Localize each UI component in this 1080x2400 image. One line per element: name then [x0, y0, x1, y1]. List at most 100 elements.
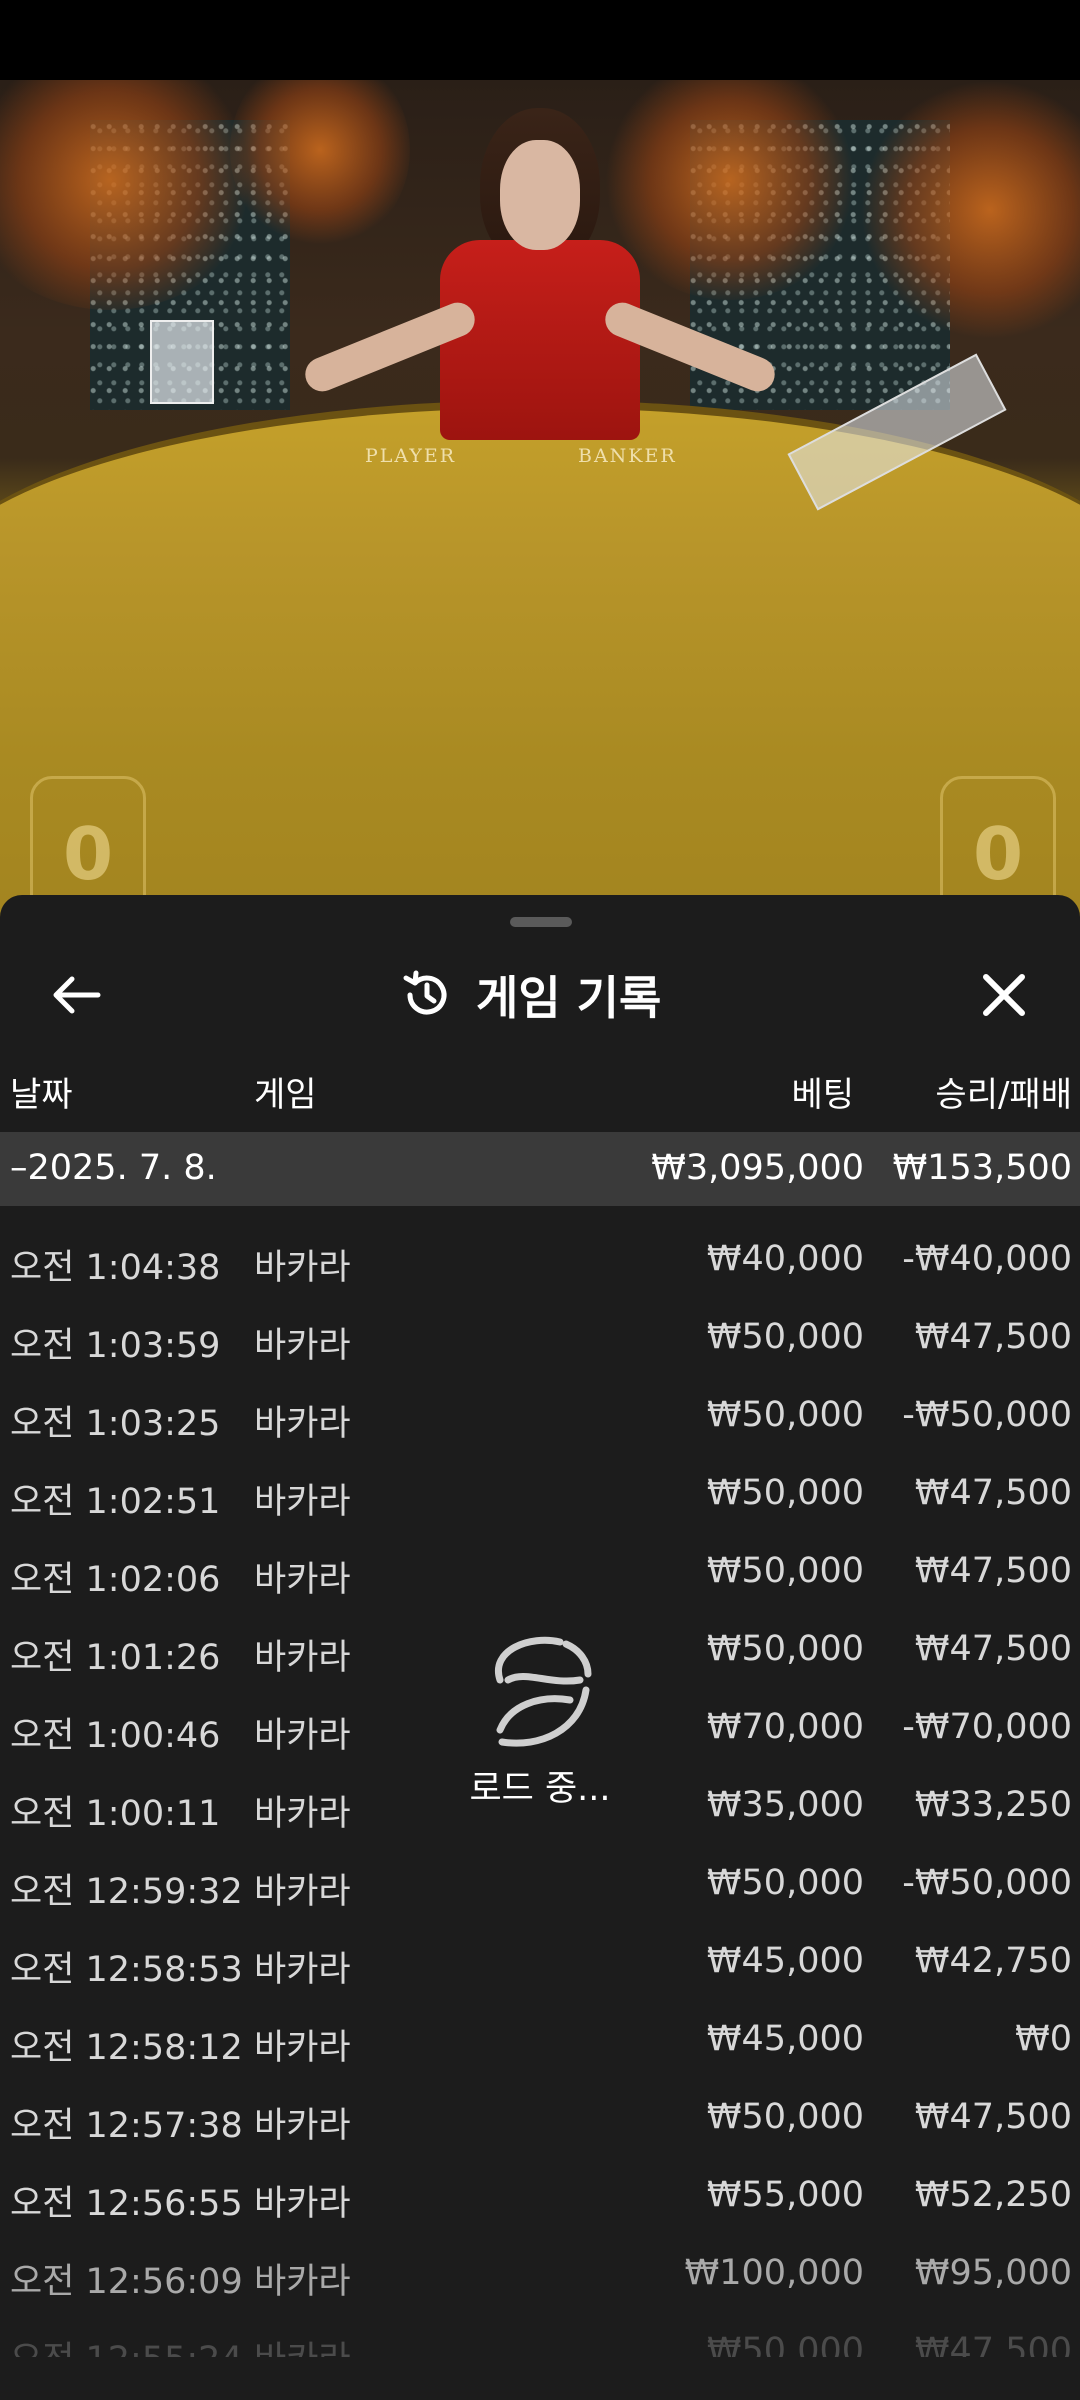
row-time: 오전 12:57:38: [10, 2106, 243, 2146]
drag-handle[interactable]: [510, 917, 572, 927]
row-time: 오전 1:03:25: [10, 1404, 221, 1444]
close-button[interactable]: [976, 967, 1032, 1023]
row-game: 바카라: [254, 1872, 351, 1912]
row-result: ₩33,250: [914, 1785, 1072, 1825]
row-time: 오전 12:56:55: [10, 2184, 243, 2224]
summary-result: ₩153,500: [892, 1148, 1072, 1188]
loading-label: 로드 중...: [469, 1769, 611, 1809]
row-bet: ₩50,000: [706, 1551, 864, 1591]
row-bet: ₩50,000: [706, 1395, 864, 1435]
row-result: ₩47,500: [914, 1551, 1072, 1591]
column-result: 승리/패배: [935, 1075, 1072, 1115]
row-game: 바카라: [254, 2106, 351, 2146]
row-bet: ₩50,000: [706, 2331, 864, 2357]
row-bet: ₩40,000: [706, 1239, 864, 1279]
player-felt-label: PLAYER: [365, 445, 457, 467]
row-game: 바카라: [254, 2028, 351, 2068]
column-game: 게임: [254, 1075, 317, 1115]
row-game: 바카라: [254, 1482, 351, 1522]
row-result: ₩52,250: [914, 2175, 1072, 2215]
sheet-title-group: 게임 기록: [400, 963, 661, 1027]
summary-date: –2025. 7. 8.: [10, 1148, 217, 1188]
row-bet: ₩45,000: [706, 2019, 864, 2059]
row-result: -₩50,000: [902, 1395, 1072, 1435]
row-time: 오전 1:03:59: [10, 1326, 221, 1366]
row-result: ₩47,500: [914, 1317, 1072, 1357]
row-bet: ₩45,000: [706, 1941, 864, 1981]
row-game: 바카라: [254, 1794, 351, 1834]
row-time: 오전 12:58:53: [10, 1950, 243, 1990]
row-game: 바카라: [254, 1638, 351, 1678]
row-bet: ₩50,000: [706, 1317, 864, 1357]
row-time: 오전 12:58:12: [10, 2028, 243, 2068]
history-row[interactable]: 오전 12:57:38 바카라 ₩50,000 ₩47,500: [0, 2083, 1080, 2161]
row-result: ₩42,750: [914, 1941, 1072, 1981]
row-time: 오전 1:00:11: [10, 1794, 221, 1834]
back-button[interactable]: [48, 973, 104, 1017]
row-time: 오전 1:02:51: [10, 1482, 221, 1522]
live-video-area: PLAYER BANKER 0 0: [0, 80, 1080, 920]
sheet-header: 게임 기록: [0, 945, 1080, 1045]
row-result: -₩50,000: [902, 1863, 1072, 1903]
sheet-title: 게임 기록: [476, 971, 662, 1025]
history-row[interactable]: 오전 12:59:32 바카라 ₩50,000 -₩50,000: [0, 1849, 1080, 1927]
baccarat-table: [0, 400, 1080, 920]
history-row[interactable]: 오전 1:04:38 바카라 ₩40,000 -₩40,000: [0, 1225, 1080, 1303]
arrow-left-icon: [53, 976, 101, 1014]
history-row[interactable]: 오전 1:03:25 바카라 ₩50,000 -₩50,000: [0, 1381, 1080, 1459]
row-game: 바카라: [254, 1950, 351, 1990]
dealer-body: [440, 240, 640, 440]
dealer-face: [500, 140, 580, 250]
row-bet: ₩55,000: [706, 2175, 864, 2215]
column-date: 날짜: [10, 1075, 73, 1115]
row-game: 바카라: [254, 1716, 351, 1756]
history-row[interactable]: 오전 12:56:09 바카라 ₩100,000 ₩95,000: [0, 2239, 1080, 2317]
history-icon: [403, 970, 447, 1015]
close-icon: [983, 974, 1025, 1016]
row-time: 오전 12:55:24: [10, 2331, 243, 2357]
row-bet: ₩35,000: [706, 1785, 864, 1825]
row-result: ₩95,000: [914, 2253, 1072, 2293]
discard-tray: [150, 320, 214, 404]
summary-bet: ₩3,095,000: [651, 1148, 864, 1188]
row-bet: ₩50,000: [706, 1473, 864, 1513]
column-bet: 베팅: [791, 1075, 854, 1115]
row-bet: ₩50,000: [706, 1863, 864, 1903]
history-row[interactable]: 오전 1:02:51 바카라 ₩50,000 ₩47,500: [0, 1459, 1080, 1537]
row-game: 바카라: [254, 2331, 351, 2357]
row-game: 바카라: [254, 2184, 351, 2224]
row-result: ₩0: [1015, 2019, 1072, 2059]
date-summary-row[interactable]: –2025. 7. 8. ₩3,095,000 ₩153,500: [0, 1132, 1080, 1206]
history-row[interactable]: 오전 12:58:53 바카라 ₩45,000 ₩42,750: [0, 1927, 1080, 2005]
game-history-sheet: 게임 기록 날짜 게임 베팅 승리/패배 –2025. 7. 8. ₩3,095…: [0, 895, 1080, 2400]
row-time: 오전 1:02:06: [10, 1560, 221, 1600]
history-row[interactable]: 오전 1:03:59 바카라 ₩50,000 ₩47,500: [0, 1303, 1080, 1381]
row-game: 바카라: [254, 1404, 351, 1444]
table-header: 날짜 게임 베팅 승리/패배: [0, 1067, 1080, 1115]
row-time: 오전 1:01:26: [10, 1638, 221, 1678]
spinner-icon: [494, 1636, 592, 1747]
row-game: 바카라: [254, 1326, 351, 1366]
row-result: ₩47,500: [914, 2097, 1072, 2137]
row-result: ₩47,500: [914, 1629, 1072, 1669]
row-result: -₩40,000: [902, 1239, 1072, 1279]
row-result: ₩47,500: [914, 2331, 1072, 2357]
row-bet: ₩70,000: [706, 1707, 864, 1747]
row-time: 오전 12:59:32: [10, 1872, 243, 1912]
banker-felt-label: BANKER: [578, 445, 677, 467]
row-game: 바카라: [254, 1560, 351, 1600]
history-row[interactable]: 오전 12:56:55 바카라 ₩55,000 ₩52,250: [0, 2161, 1080, 2239]
history-row[interactable]: 오전 12:58:12 바카라 ₩45,000 ₩0: [0, 2005, 1080, 2083]
row-time: 오전 1:04:38: [10, 1248, 221, 1288]
loading-indicator: 로드 중...: [430, 1630, 650, 1820]
history-row[interactable]: 오전 12:55:24 바카라 ₩50,000 ₩47,500: [0, 2317, 1080, 2357]
row-game: 바카라: [254, 1248, 351, 1288]
status-bar: [0, 0, 1080, 80]
history-row[interactable]: 오전 1:02:06 바카라 ₩50,000 ₩47,500: [0, 1537, 1080, 1615]
row-time: 오전 1:00:46: [10, 1716, 221, 1756]
row-bet: ₩100,000: [684, 2253, 864, 2293]
row-result: -₩70,000: [902, 1707, 1072, 1747]
row-bet: ₩50,000: [706, 2097, 864, 2137]
row-bet: ₩50,000: [706, 1629, 864, 1669]
row-result: ₩47,500: [914, 1473, 1072, 1513]
